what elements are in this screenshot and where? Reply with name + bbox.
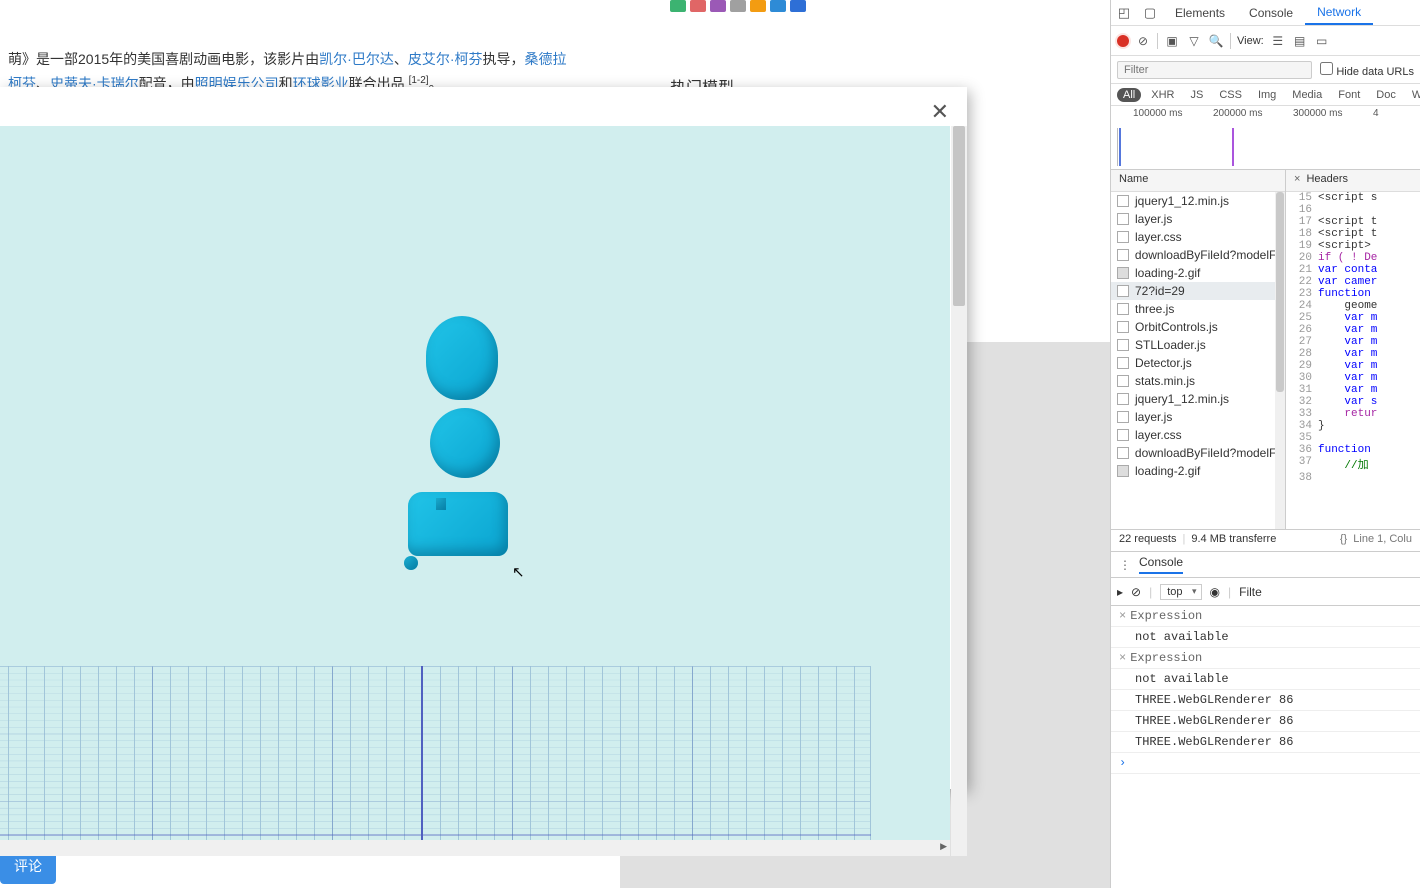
name-column-header[interactable]: Name [1111,170,1285,192]
console-toolbar: ▸ ⊘ | top ◉ | Filte [1111,578,1420,606]
console-tab-label[interactable]: Console [1139,555,1183,574]
request-row[interactable]: downloadByFileId?modelFi [1111,246,1285,264]
cursor-icon: ↖ [512,563,525,581]
share-icon[interactable] [790,0,806,12]
request-row[interactable]: layer.css [1111,426,1285,444]
console-output[interactable]: ×Expression not available ×Expression no… [1111,606,1420,774]
request-row[interactable]: layer.js [1111,210,1285,228]
devtools-panel: ◰ ▢ Elements Console Network ⊘ ▣ ▽ 🔍 Vie… [1110,0,1420,888]
link[interactable]: 凯尔·巴尔达 [319,51,394,67]
request-row[interactable]: layer.js [1111,408,1285,426]
request-row[interactable]: OrbitControls.js [1111,318,1285,336]
inspect-icon[interactable]: ◰ [1111,5,1137,21]
filter-row: Hide data URLs [1111,56,1420,84]
share-icon[interactable] [710,0,726,12]
network-toolbar: ⊘ ▣ ▽ 🔍 View: ☰ ▤ ▭ [1111,26,1420,56]
share-icon[interactable] [690,0,706,12]
h-scrollbar[interactable] [0,840,950,856]
share-icons [670,0,830,12]
network-requests-list: Name jquery1_12.min.jslayer.jslayer.cssd… [1111,170,1286,529]
stl-model [408,316,508,556]
eye-icon[interactable]: ◉ [1210,585,1220,599]
share-icon[interactable] [750,0,766,12]
share-icon[interactable] [670,0,686,12]
headers-tab[interactable]: Headers [1306,173,1348,185]
view-list-icon[interactable]: ☰ [1270,34,1286,48]
source-code[interactable]: 15<script s1617<script t18<script t19<sc… [1286,192,1420,484]
threejs-canvas[interactable]: ↖ [0,126,950,856]
request-row[interactable]: jquery1_12.min.js [1111,192,1285,210]
request-row[interactable]: downloadByFileId?modelFi [1111,444,1285,462]
filter-css[interactable]: CSS [1213,88,1248,102]
record-icon[interactable] [1117,35,1129,47]
devtools-tabs: ◰ ▢ Elements Console Network [1111,0,1420,26]
link[interactable]: 皮艾尔·柯芬 [408,51,483,67]
view-frame-icon[interactable]: ▤ [1292,34,1308,48]
filter-xhr[interactable]: XHR [1145,88,1180,102]
context-select[interactable]: top [1160,584,1201,600]
request-row[interactable]: loading-2.gif [1111,264,1285,282]
share-icon[interactable] [770,0,786,12]
filter-icon[interactable]: ▽ [1186,34,1202,48]
response-panel: × Headers 15<script s1617<script t18<scri… [1286,170,1420,529]
tab-console[interactable]: Console [1237,2,1305,24]
request-row[interactable]: layer.css [1111,228,1285,246]
close-panel-icon[interactable]: × [1294,173,1300,185]
hide-data-urls-checkbox[interactable]: Hide data URLs [1320,62,1414,78]
request-row[interactable]: Detector.js [1111,354,1285,372]
grid-floor [0,666,871,856]
clear-icon[interactable]: ⊘ [1135,34,1151,48]
link[interactable]: 桑德拉 [525,51,567,67]
request-row[interactable]: jquery1_12.min.js [1111,390,1285,408]
request-row[interactable]: STLLoader.js [1111,336,1285,354]
network-status-bar: 22 requests|9.4 MB transferre {} Line 1,… [1111,530,1420,552]
clear-console-icon[interactable]: ⊘ [1131,585,1141,599]
filter-font[interactable]: Font [1332,88,1366,102]
camera-icon[interactable]: ▣ [1164,34,1180,48]
request-row[interactable]: 72?id=29 [1111,282,1285,300]
tab-network[interactable]: Network [1305,1,1373,25]
type-filters: All XHR JS CSS Img Media Font Doc WS [1111,84,1420,106]
filter-ws[interactable]: WS [1406,88,1420,102]
overview-icon[interactable]: ▭ [1314,34,1330,48]
console-drawer-tab: ⋮ Console [1111,552,1420,578]
model-viewer-modal: ✕ ↖ [0,87,967,789]
filter-js[interactable]: JS [1184,88,1209,102]
filter-doc[interactable]: Doc [1370,88,1402,102]
filter-input[interactable] [1117,61,1312,79]
console-filter[interactable]: Filte [1239,585,1262,599]
request-row[interactable]: loading-2.gif [1111,462,1285,480]
menu-icon[interactable]: ⋮ [1119,558,1131,572]
request-row[interactable]: stats.min.js [1111,372,1285,390]
device-icon[interactable]: ▢ [1137,5,1163,21]
timeline[interactable]: 100000 ms 200000 ms 300000 ms 4 [1111,106,1420,170]
search-icon[interactable]: 🔍 [1208,34,1224,48]
v-scrollbar[interactable] [951,126,967,856]
view-label: View: [1237,35,1264,47]
filter-img[interactable]: Img [1252,88,1282,102]
tab-elements[interactable]: Elements [1163,2,1237,24]
filter-media[interactable]: Media [1286,88,1328,102]
play-icon[interactable]: ▸ [1117,585,1123,599]
list-scrollbar[interactable] [1275,192,1285,529]
share-icon[interactable] [730,0,746,12]
close-icon[interactable]: ✕ [931,99,949,125]
request-row[interactable]: three.js [1111,300,1285,318]
filter-all[interactable]: All [1117,88,1141,102]
